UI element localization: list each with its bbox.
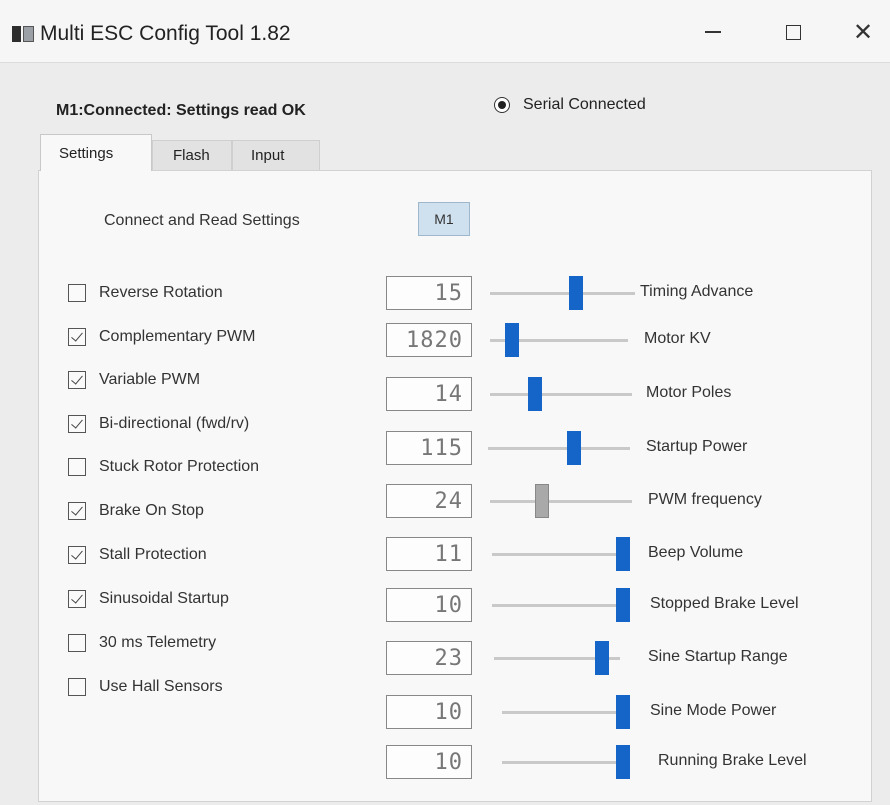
pwm-frequency-value[interactable]: 24 <box>386 484 472 518</box>
checkbox-icon <box>68 546 86 564</box>
checkbox-icon <box>68 415 86 433</box>
running-brake-level-thumb[interactable] <box>616 745 630 779</box>
option-complementary-pwm[interactable]: Complementary PWM <box>68 328 255 346</box>
maximize-button[interactable] <box>768 14 818 50</box>
option-label: Use Hall Sensors <box>99 678 223 695</box>
option-label: Sinusoidal Startup <box>99 590 229 607</box>
sine-mode-power-thumb[interactable] <box>616 695 630 729</box>
beep-volume-value[interactable]: 11 <box>386 537 472 571</box>
timing-advance-slider[interactable] <box>490 291 635 295</box>
checkbox-icon <box>68 590 86 608</box>
stopped-brake-level-label: Stopped Brake Level <box>650 595 799 612</box>
startup-power-thumb[interactable] <box>567 431 582 465</box>
option-label: 30 ms Telemetry <box>99 634 217 651</box>
title-bar[interactable]: Multi ESC Config Tool 1.82 ✕ <box>0 0 890 63</box>
minimize-icon <box>705 31 721 33</box>
sine-startup-range-thumb[interactable] <box>594 641 609 675</box>
radio-icon <box>494 97 510 113</box>
option-label: Variable PWM <box>99 371 201 388</box>
motor-poles-slider[interactable] <box>490 392 632 396</box>
motor-poles-thumb[interactable] <box>528 377 543 411</box>
connection-status: M1:Connected: Settings read OK <box>56 102 306 119</box>
beep-volume-slider[interactable] <box>492 552 630 556</box>
option-label: Brake On Stop <box>99 502 204 519</box>
startup-power-value[interactable]: 115 <box>386 431 472 465</box>
stopped-brake-level-slider[interactable] <box>492 603 630 607</box>
checkbox-icon <box>68 284 86 302</box>
running-brake-level-value[interactable]: 10 <box>386 745 472 779</box>
maximize-icon <box>785 24 801 40</box>
pwm-frequency-thumb[interactable] <box>534 484 549 518</box>
sine-startup-range-value[interactable]: 23 <box>386 641 472 675</box>
option-label: Bi-directional (fwd/rv) <box>99 415 250 432</box>
option-reverse-rotation[interactable]: Reverse Rotation <box>68 284 223 302</box>
option-label: Complementary PWM <box>99 328 256 345</box>
option-bi-directional[interactable]: Bi-directional (fwd/rv) <box>68 415 249 433</box>
running-brake-level-slider[interactable] <box>502 760 630 764</box>
timing-advance-value[interactable]: 15 <box>386 276 472 310</box>
stopped-brake-level-value[interactable]: 10 <box>386 588 472 622</box>
app-icon <box>12 26 34 42</box>
startup-power-label: Startup Power <box>646 438 748 455</box>
option-stall-protection[interactable]: Stall Protection <box>68 546 207 564</box>
checkbox-icon <box>68 458 86 476</box>
pwm-frequency-slider[interactable] <box>490 499 632 503</box>
option-label: Stuck Rotor Protection <box>99 458 260 475</box>
startup-power-slider[interactable] <box>488 446 630 450</box>
sine-mode-power-slider[interactable] <box>502 710 630 714</box>
beep-volume-thumb[interactable] <box>616 537 630 571</box>
close-button[interactable]: ✕ <box>838 14 888 50</box>
checkbox-icon <box>68 502 86 520</box>
close-icon: ✕ <box>852 18 874 46</box>
connect-read-label: Connect and Read Settings <box>104 212 300 229</box>
option-label: Reverse Rotation <box>99 284 223 301</box>
sine-mode-power-label: Sine Mode Power <box>650 702 777 719</box>
window-title: Multi ESC Config Tool 1.82 <box>40 22 291 45</box>
timing-advance-thumb[interactable] <box>568 276 583 310</box>
checkbox-icon <box>68 371 86 389</box>
option-use-hall-sensors[interactable]: Use Hall Sensors <box>68 678 223 696</box>
sine-mode-power-value[interactable]: 10 <box>386 695 472 729</box>
checkbox-icon <box>68 328 86 346</box>
stopped-brake-level-thumb[interactable] <box>616 588 630 622</box>
serial-connected-label: Serial Connected <box>523 96 646 113</box>
running-brake-level-label: Running Brake Level <box>658 752 807 769</box>
sine-startup-range-label: Sine Startup Range <box>648 648 788 665</box>
timing-advance-label: Timing Advance <box>640 283 754 300</box>
pwm-frequency-label: PWM frequency <box>648 491 762 508</box>
motor-poles-label: Motor Poles <box>646 384 732 401</box>
option-stuck-rotor-protection[interactable]: Stuck Rotor Protection <box>68 458 259 476</box>
motor-kv-value[interactable]: 1820 <box>386 323 472 357</box>
motor-kv-label: Motor KV <box>644 330 711 347</box>
m1-button[interactable]: M1 <box>418 202 470 236</box>
motor-poles-value[interactable]: 14 <box>386 377 472 411</box>
option-variable-pwm[interactable]: Variable PWM <box>68 371 200 389</box>
option-label: Stall Protection <box>99 546 207 563</box>
serial-connected-radio[interactable]: Serial Connected <box>494 96 646 114</box>
checkbox-icon <box>68 678 86 696</box>
motor-kv-thumb[interactable] <box>504 323 519 357</box>
minimize-button[interactable] <box>688 14 738 50</box>
tab-input[interactable]: Input <box>232 140 320 170</box>
checkbox-icon <box>68 634 86 652</box>
option-brake-on-stop[interactable]: Brake On Stop <box>68 502 204 520</box>
beep-volume-label: Beep Volume <box>648 544 744 561</box>
tab-flash[interactable]: Flash <box>152 140 232 170</box>
tab-settings[interactable]: Settings <box>40 134 152 171</box>
option-30ms-telemetry[interactable]: 30 ms Telemetry <box>68 634 216 652</box>
option-sinusoidal-startup[interactable]: Sinusoidal Startup <box>68 590 229 608</box>
